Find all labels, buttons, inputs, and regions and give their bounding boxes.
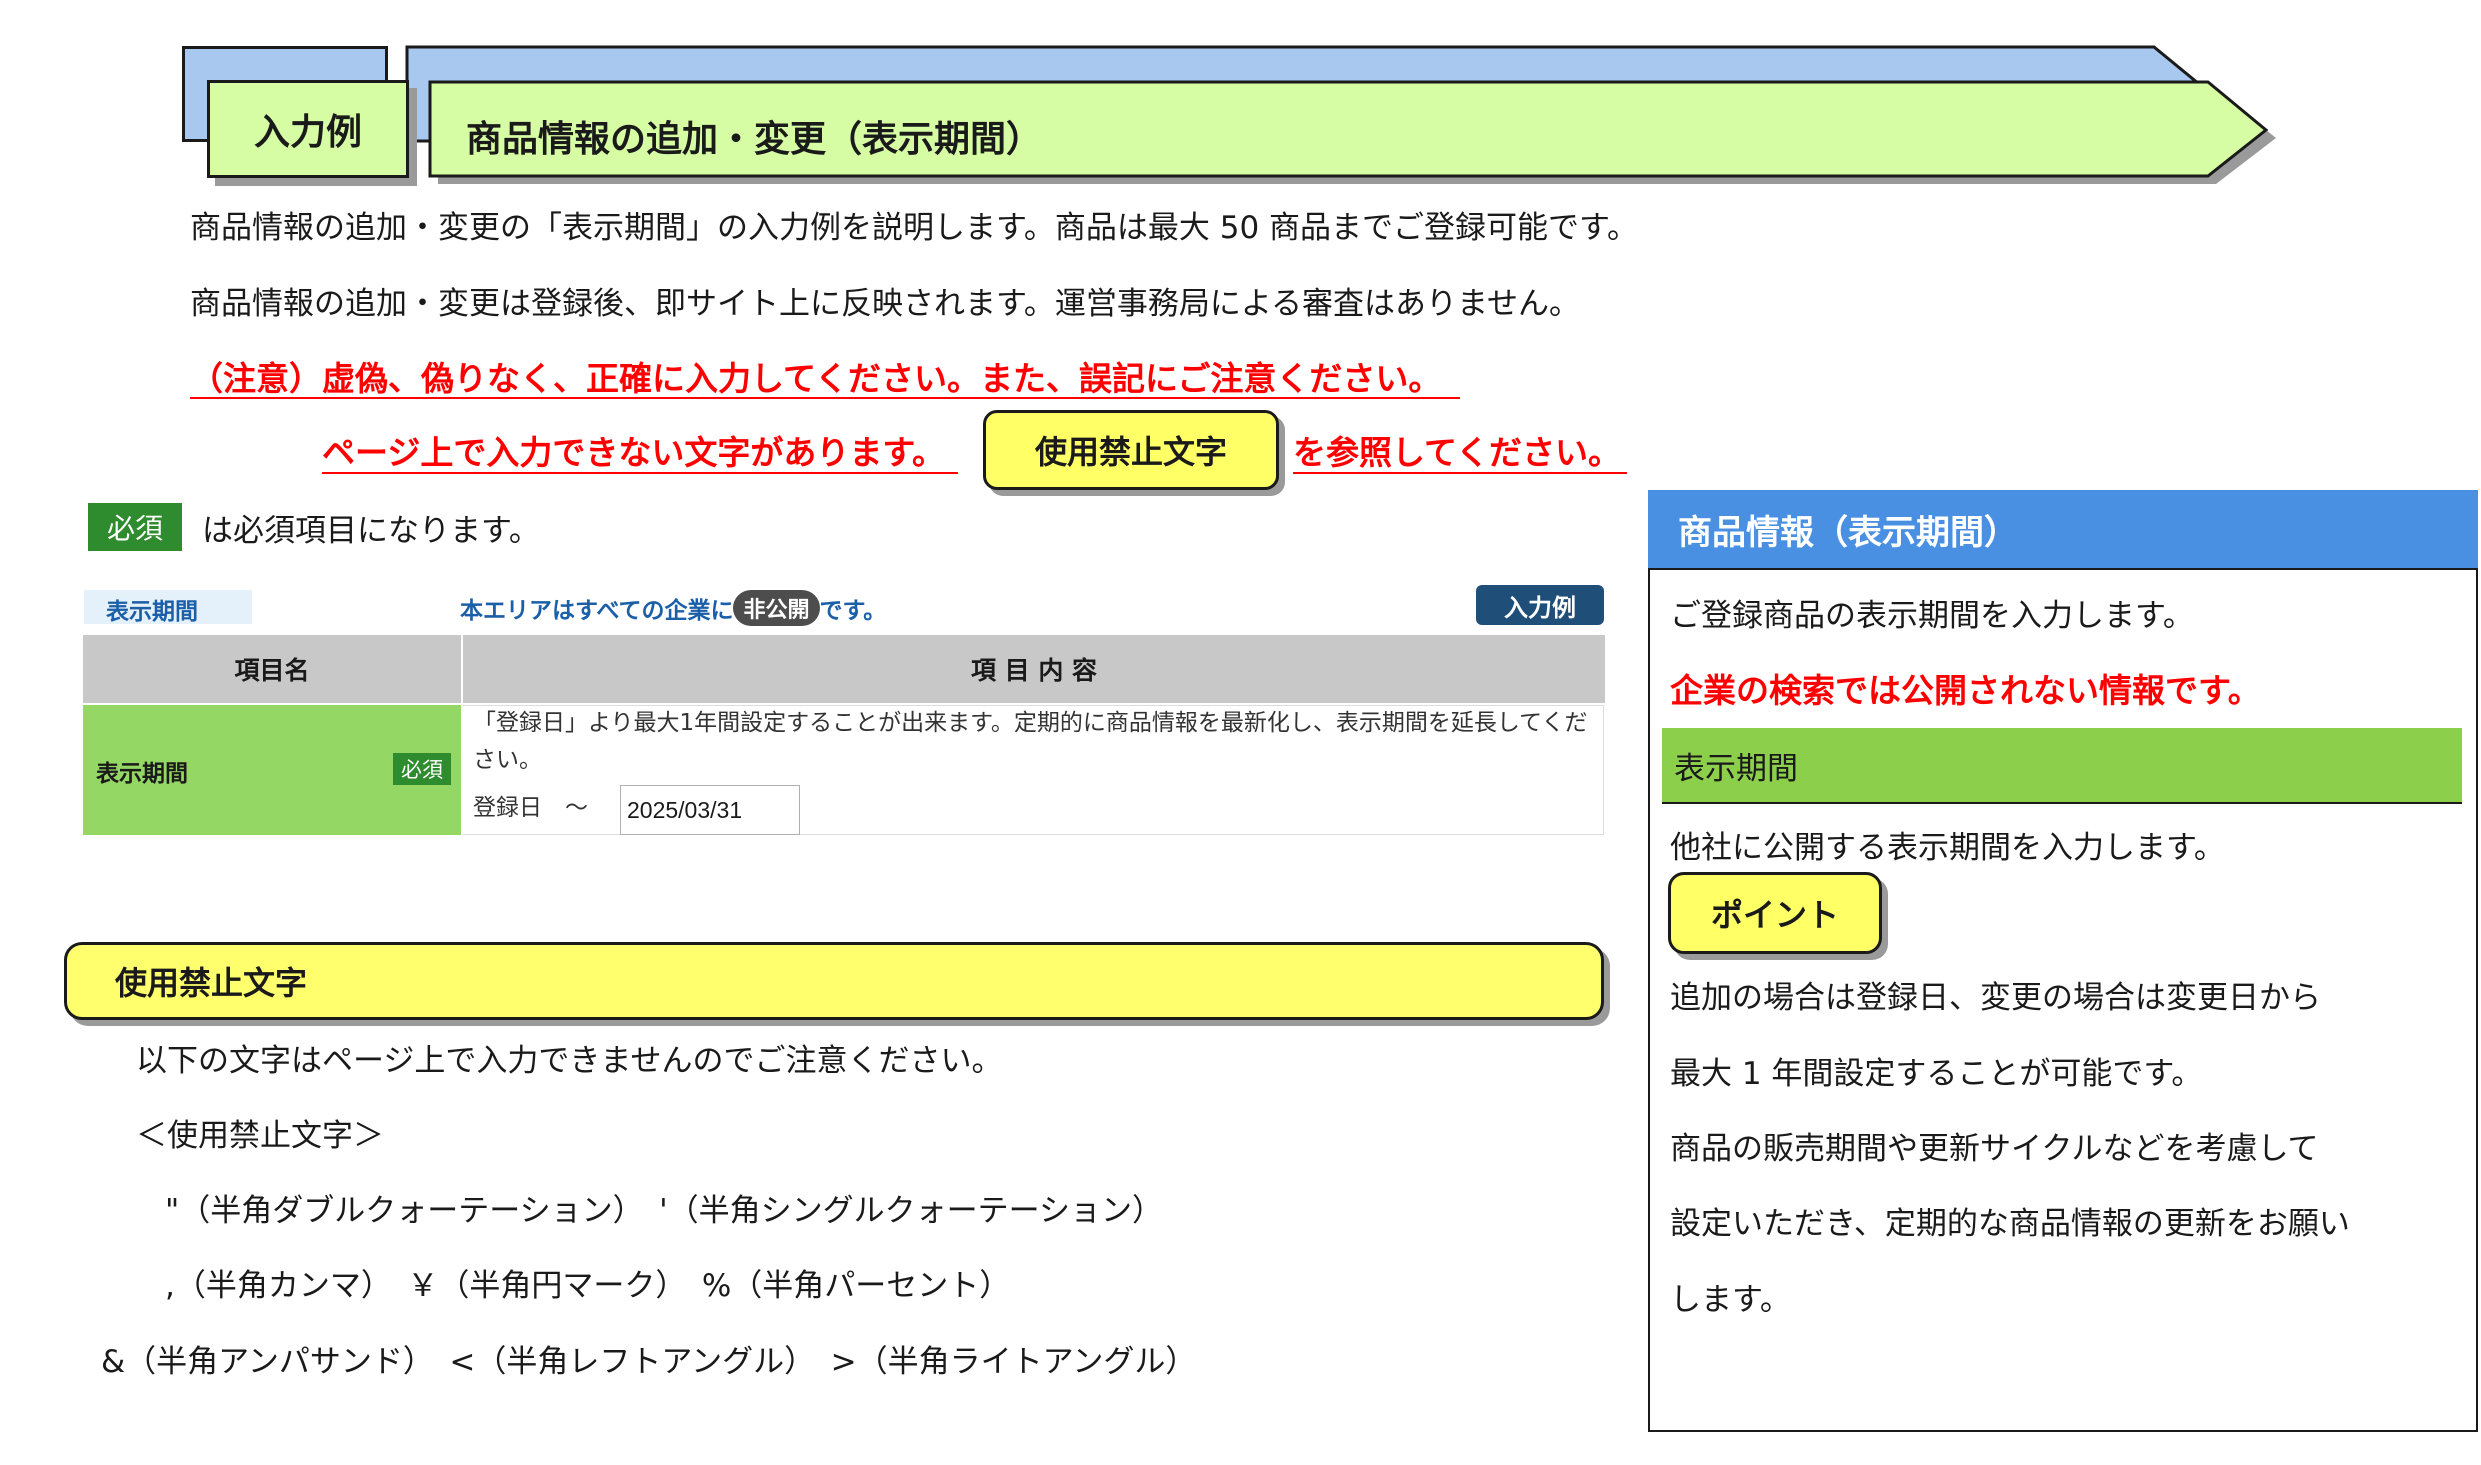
warning-line-2-prefix: ページ上で入力できない文字があります。 [322,426,958,474]
forbidden-chars-banner: 使用禁止文字 [64,942,1604,1020]
info-panel-desc: ご登録商品の表示期間を入力します。 [1670,598,2194,634]
forbidden-line-1: "（半角ダブルクォーテーション） '（半角シングルクォーテーション） [165,1193,1164,1229]
forbidden-line-2: ,（半角カンマ） ￥（半角円マーク） %（半角パーセント） [165,1268,1011,1304]
display-end-date-input[interactable]: 2025/03/31 [620,785,800,835]
notice-suffix: です。 [819,598,887,624]
example-button[interactable]: 入力例 [1476,585,1604,625]
info-panel-title: 商品情報（表示期間） [1648,490,2478,570]
intro-line-2: 商品情報の追加・変更は登録後、即サイト上に反映されます。運営事務局による審査はあ… [190,286,1581,322]
info-panel-red-note: 企業の検索では公開されない情報です。 [1670,671,2261,710]
date-prefix-label: 登録日 ～ [473,795,588,821]
point-line-4: 設定いただき、定期的な商品情報の更新をお願い [1670,1206,2350,1242]
point-line-5: します。 [1670,1282,1791,1318]
row-description: 「登録日」より最大1年間設定することが出来ます。定期的に商品情報を最新化し、表示… [473,710,1588,773]
visibility-notice: 本エリアはすべての企業に 非公開 です。 [460,590,886,626]
point-line-3: 商品の販売期間や更新サイクルなどを考慮して [1670,1131,2319,1167]
warning-line-1: （注意）虚偽、偽りなく、正確に入力してください。また、誤記にご注意ください。 [190,352,1460,399]
info-panel-field-desc: 他社に公開する表示期間を入力します。 [1670,830,2225,866]
section-tag-label: 表示期間 [106,599,198,625]
required-note-text: は必須項目になります。 [202,513,540,549]
forbidden-heading: ＜使用禁止文字＞ [136,1118,384,1154]
forbidden-intro: 以下の文字はページ上で入力できませんのでご注意ください。 [136,1043,1003,1079]
point-label: ポイント [1668,872,1882,954]
forbidden-chars-button[interactable]: 使用禁止文字 [983,410,1279,490]
point-line-2: 最大 1 年間設定することが可能です。 [1670,1056,2203,1092]
row-required-badge: 必須 [393,753,451,785]
col-header-name: 項目名 [83,635,461,703]
row-label: 表示期間 [96,754,188,788]
notice-prefix: 本エリアはすべての企業に [460,598,734,624]
page-title: 商品情報の追加・変更（表示期間） [466,119,1043,160]
intro-line-1: 商品情報の追加・変更の「表示期間」の入力例を説明します。商品は最大 50 商品ま… [190,210,1638,246]
info-panel-field-name: 表示期間 [1662,728,2462,804]
nonpublic-badge: 非公開 [733,590,820,626]
forbidden-line-3: &（半角アンパサンド） <（半角レフトアングル） >（半角ライトアングル） [101,1344,1197,1380]
point-line-1: 追加の場合は登録日、変更の場合は変更日から [1670,980,2321,1016]
banner-tab-example: 入力例 [207,80,409,178]
col-header-content: 項 目 内 容 [463,635,1605,703]
required-badge: 必須 [88,503,182,551]
warning-line-2-suffix: を参照してください。 [1293,426,1627,474]
